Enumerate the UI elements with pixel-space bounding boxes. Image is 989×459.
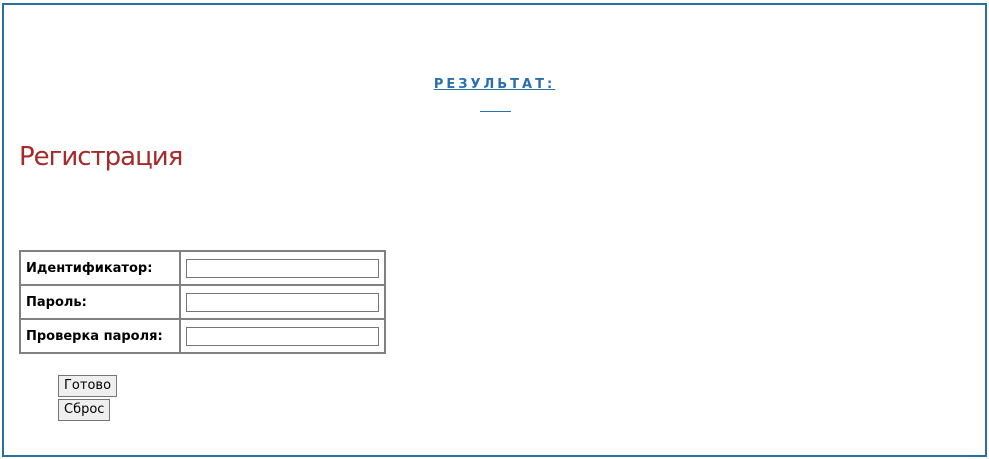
identifier-label: Идентификатор: bbox=[20, 251, 180, 285]
table-row: Проверка пароля: bbox=[20, 319, 385, 353]
registration-table: Идентификатор: Пароль: Проверка пароля: bbox=[19, 250, 386, 354]
page-frame: РЕЗУЛЬТАТ: Регистрация Идентификатор: Па… bbox=[2, 3, 987, 457]
password-confirm-input[interactable] bbox=[186, 326, 379, 346]
identifier-cell bbox=[180, 251, 385, 285]
submit-button[interactable]: Готово bbox=[58, 375, 118, 397]
reset-button[interactable]: Сброс bbox=[58, 399, 111, 421]
result-value-line bbox=[480, 111, 511, 113]
page-title: Регистрация bbox=[19, 142, 183, 172]
password-label: Пароль: bbox=[20, 285, 180, 319]
password-confirm-cell bbox=[180, 319, 385, 353]
password-confirm-label: Проверка пароля: bbox=[20, 319, 180, 353]
table-row: Идентификатор: bbox=[20, 251, 385, 285]
password-cell bbox=[180, 285, 385, 319]
result-heading: РЕЗУЛЬТАТ: bbox=[433, 77, 556, 92]
password-input[interactable] bbox=[186, 292, 379, 312]
identifier-input[interactable] bbox=[186, 258, 379, 278]
table-row: Пароль: bbox=[20, 285, 385, 319]
